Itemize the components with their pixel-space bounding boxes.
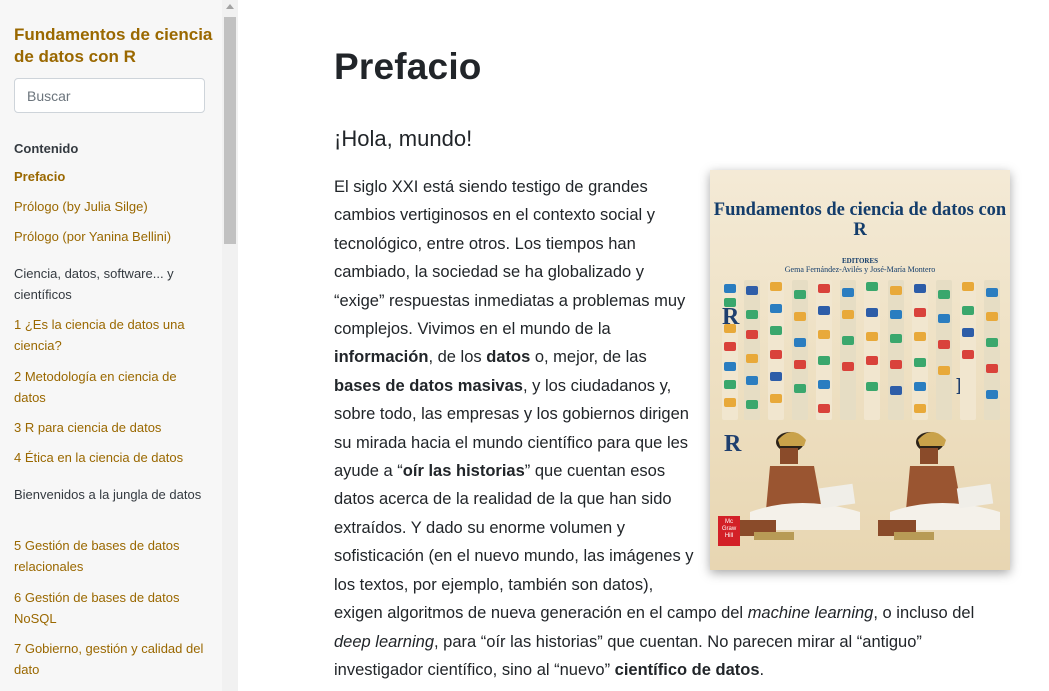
toc-link[interactable]: Prólogo (by Julia Silge) [14,196,204,217]
page-title: Prefacio [334,46,482,87]
toc-item-chapter-7[interactable]: 7 Gobierno, gestión y calidad del dato [14,638,204,680]
hieroglyph-column [744,280,760,420]
book-title[interactable]: Fundamentos de ciencia de datos con R [14,24,214,68]
toc-item-chapter-4[interactable]: 4 Ética en la ciencia de datos [14,447,204,468]
text-run: , de los [428,348,487,367]
hieroglyph-column [864,280,880,420]
toc-item-prologo-silge[interactable]: Prólogo (by Julia Silge) [14,196,204,217]
toc-item-chapter-5[interactable]: 5 Gestión de bases de datos relacionales [14,535,204,577]
italic-term: deep learning [334,632,434,651]
cover-illustration-scribes [738,432,1000,540]
bold-term: información [334,348,429,367]
hieroglyph-column [912,280,928,420]
text-run: El siglo XXI está siendo testigo de gran… [334,178,686,339]
toc-part-jungla: Bienvenidos a la jungla de datos [14,487,202,502]
scrollbar-thumb[interactable] [224,17,236,244]
toc-link[interactable]: 1 ¿Es la ciencia de datos una ciencia? [14,314,204,356]
toc-item-chapter-1[interactable]: 1 ¿Es la ciencia de datos una ciencia? [14,314,204,356]
italic-term: machine learning [747,604,874,623]
text-run: ” que cuentan esos datos acerca de la re… [334,462,748,623]
sidebar: Fundamentos de ciencia de datos con R Co… [0,0,223,691]
hieroglyph-column [936,280,952,420]
hieroglyph-column [722,280,738,420]
toc-part-ciencia: Ciencia, datos, software... y científico… [14,266,174,302]
toc-heading: Contenido [14,141,79,156]
toc-link[interactable]: Prólogo (por Yanina Bellini) [14,226,204,247]
hieroglyph-column [792,280,808,420]
toc-item-prologo-bellini[interactable]: Prólogo (por Yanina Bellini) [14,226,204,247]
text-run: o, mejor, de las [530,348,647,367]
section-title: ¡Hola, mundo! [334,126,473,151]
toc-item-prefacio[interactable]: Prefacio [14,166,204,187]
publisher-logo: Mc Graw Hill [718,516,740,546]
cover-title: Fundamentos de ciencia de datos con R [713,200,1007,240]
hieroglyph-column [840,280,856,420]
toc-link[interactable]: 4 Ética en la ciencia de datos [14,447,204,468]
hieroglyph-column [888,280,904,420]
toc-item-chapter-2[interactable]: 2 Metodología en ciencia de datos [14,366,204,408]
hieroglyph-column [768,280,784,420]
toc-link[interactable]: 3 R para ciencia de datos [14,417,204,438]
toc-item-chapter-6[interactable]: 6 Gestión de bases de datos NoSQL [14,587,204,629]
toc-link[interactable]: 2 Metodología en ciencia de datos [14,366,204,408]
bold-term: oír las historias [402,462,525,481]
hieroglyph-column [816,280,832,420]
toc-link[interactable]: Prefacio [14,166,204,187]
book-cover-image: Fundamentos de ciencia de datos con R ED… [710,170,1010,570]
hieroglyph-column [960,280,976,420]
hieroglyph-column [984,280,1000,420]
bold-term: bases de datos masivas [334,376,523,395]
toc-link[interactable]: 7 Gobierno, gestión y calidad del dato [14,638,204,680]
bold-term: datos [486,348,531,367]
toc-link[interactable]: 5 Gestión de bases de datos relacionales [14,535,204,577]
sidebar-scrollbar[interactable] [222,0,238,691]
search-input[interactable] [14,78,205,113]
scroll-up-arrow-icon[interactable] [226,4,234,9]
text-run: . [759,660,765,679]
toc-item-chapter-3[interactable]: 3 R para ciencia de datos [14,417,204,438]
text-run: , o incluso del [873,604,975,623]
cover-r-logo: R [722,304,740,330]
toc-link[interactable]: 6 Gestión de bases de datos NoSQL [14,587,204,629]
bold-term: científico de datos [614,660,760,679]
intro-paragraph: Fundamentos de ciencia de datos con R ED… [334,170,1014,684]
